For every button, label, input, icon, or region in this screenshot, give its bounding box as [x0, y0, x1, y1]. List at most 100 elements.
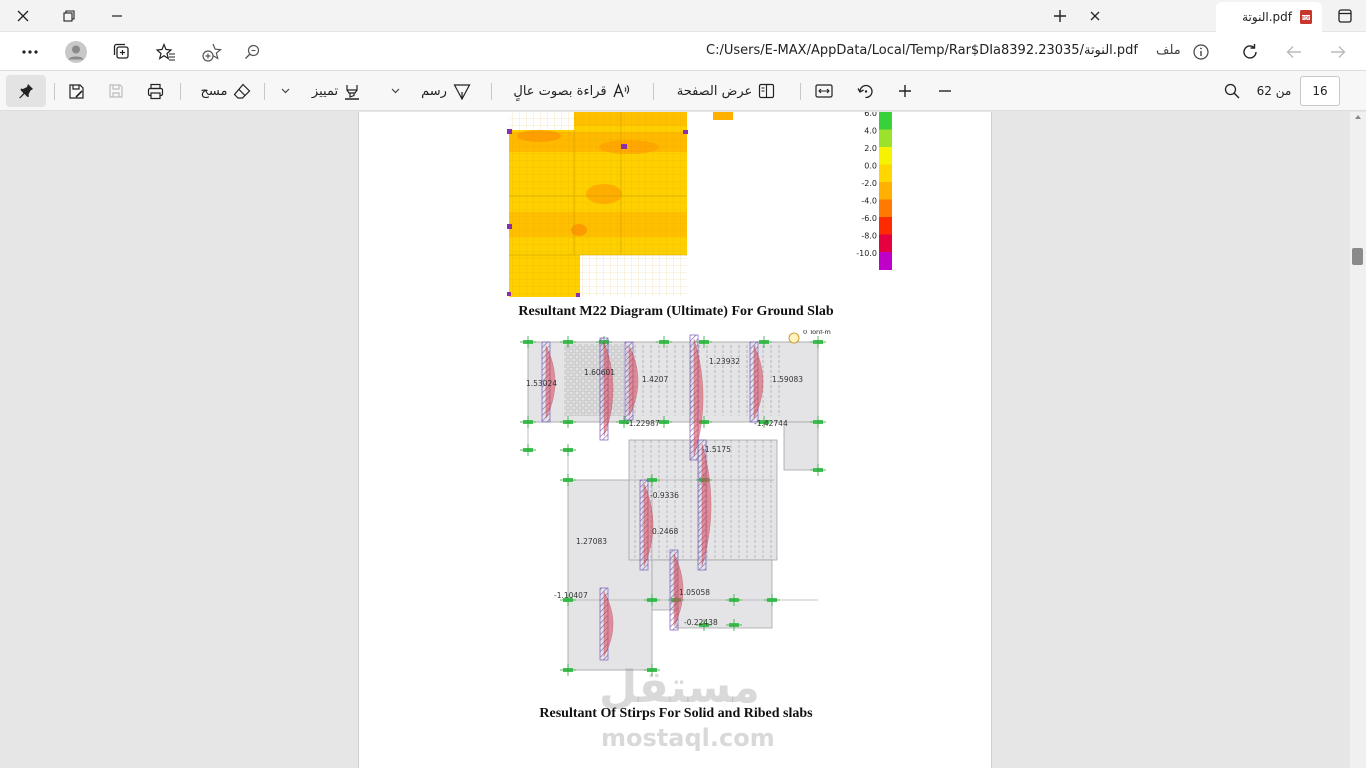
legend-value: -10.0	[856, 249, 877, 258]
draw-label: رسم	[421, 83, 447, 99]
title-bar: النوتة.pdf PDF	[0, 0, 1366, 32]
page-number-input[interactable]: 16	[1300, 76, 1340, 106]
back-button[interactable]	[1322, 36, 1354, 68]
tab-actions-icon	[1338, 9, 1352, 23]
close-tab-button[interactable]	[1072, 0, 1118, 32]
info-icon	[1193, 44, 1209, 60]
stirrups-shear-diagram: 1.53024 1.60601 1.4207 1.23932 1.59083 -1.229…	[520, 330, 831, 676]
search-zoom-icon	[245, 44, 260, 59]
zoom-search-button[interactable]	[236, 36, 268, 68]
forward-button[interactable]	[1278, 36, 1310, 68]
page-view-label: عرض الصفحة	[676, 83, 753, 99]
pin-toolbar-button[interactable]	[6, 75, 46, 107]
refresh-button[interactable]	[1234, 36, 1266, 68]
highlight-label: تمييز	[311, 83, 339, 99]
page-count-label: من 62	[1256, 84, 1292, 98]
pdf-toolbar: مسح تمييز رسم قراءة بصوت عالٍ عرض الصفحة	[0, 71, 1366, 111]
fit-width-button[interactable]	[810, 75, 838, 107]
watermark-latin: mostaql.com	[601, 724, 775, 752]
caption-m22: Resultant M22 Diagram (Ultimate) For Gro…	[518, 304, 834, 319]
find-button[interactable]	[1218, 75, 1246, 107]
minimize-icon	[112, 15, 122, 17]
shear-value-label: 1.27083	[576, 537, 607, 546]
svg-text:PDF: PDF	[1302, 15, 1311, 21]
pdf-page: 6.0 4.0 2.0 0.0 -2.0 -4.0 -6.0 -8.0 -10.0 Result…	[358, 112, 992, 768]
tab-actions-button[interactable]	[1325, 0, 1365, 32]
print-icon	[147, 83, 163, 99]
tab-pdf[interactable]: النوتة.pdf PDF	[1216, 2, 1322, 32]
arrow-right-icon	[1331, 46, 1346, 58]
legend-swatch	[879, 112, 892, 130]
read-aloud-button[interactable]: قراءة بصوت عالٍ	[506, 75, 638, 107]
save-as-button[interactable]	[62, 75, 90, 107]
zoom-out-button[interactable]	[931, 75, 959, 107]
shear-value-label: -1.5175	[702, 445, 731, 454]
favorites-icon	[156, 43, 175, 61]
close-window-button[interactable]	[0, 0, 46, 32]
slab-panel	[783, 421, 819, 471]
draw-pen-icon	[453, 83, 471, 100]
legend-value: 0.0	[864, 162, 877, 171]
legend-value: 6.0	[864, 112, 877, 118]
avatar-icon	[65, 41, 87, 63]
plus-icon	[899, 85, 911, 97]
profile-button[interactable]	[60, 36, 92, 68]
vertical-scrollbar[interactable]	[1350, 112, 1366, 768]
ribbed-slab-region	[564, 344, 624, 416]
minimize-window-button[interactable]	[94, 0, 140, 32]
arrow-left-icon	[1286, 46, 1301, 58]
refresh-icon	[1243, 44, 1257, 59]
scrollbar-thumb[interactable]	[1352, 248, 1363, 265]
read-aloud-label: قراءة بصوت عالٍ	[513, 83, 607, 99]
draw-options-dropdown[interactable]	[384, 75, 406, 107]
site-info-button[interactable]	[1185, 36, 1217, 68]
rotate-icon	[856, 84, 873, 98]
collections-button[interactable]	[106, 36, 138, 68]
legend-swatch	[879, 182, 892, 200]
save-icon	[109, 84, 123, 98]
shear-value-label: 1.60601	[584, 368, 615, 377]
address-bar: C:/Users/E-MAX/AppData/Local/Temp/Rar$DI…	[0, 32, 1366, 71]
shear-value-label: -0.9336	[650, 491, 679, 500]
highlight-options-dropdown[interactable]	[274, 75, 296, 107]
legend-swatch	[879, 147, 892, 165]
shear-value-label: 1.53024	[526, 379, 557, 388]
legend-swatch	[879, 234, 892, 253]
legend-swatch	[879, 252, 892, 270]
watermark-arabic: مستقل	[599, 662, 760, 713]
fit-width-icon	[815, 84, 833, 98]
origin-marker-icon	[788, 332, 800, 344]
legend-swatch	[879, 217, 892, 235]
legend-value: -4.0	[861, 197, 877, 206]
favorites-button[interactable]	[150, 36, 182, 68]
add-favorite-icon	[202, 43, 222, 62]
legend-swatch	[879, 129, 892, 148]
restore-window-button[interactable]	[46, 0, 92, 32]
print-button[interactable]	[141, 75, 169, 107]
highlight-button[interactable]: تمييز	[304, 75, 368, 107]
shear-value-label: -0.22438	[684, 618, 718, 627]
legend-value: 2.0	[864, 144, 877, 153]
diagram-scale-label: 0 Tonf-m	[803, 330, 831, 336]
shear-value-label: 1.23932	[709, 357, 740, 366]
save-button[interactable]	[102, 75, 130, 107]
read-aloud-icon	[612, 83, 629, 98]
legend-value: -8.0	[861, 232, 877, 241]
erase-label: مسح	[200, 83, 228, 99]
shear-value-label: 1.59083	[772, 375, 803, 384]
restore-icon	[63, 10, 75, 22]
add-favorite-button[interactable]	[196, 36, 228, 68]
eraser-icon	[234, 83, 251, 99]
save-as-icon	[68, 83, 84, 99]
zoom-in-button[interactable]	[891, 75, 919, 107]
draw-button[interactable]: رسم	[414, 75, 478, 107]
contour-color-legend: 6.0 4.0 2.0 0.0 -2.0 -4.0 -6.0 -8.0 -10.0	[856, 112, 892, 270]
page-view-button[interactable]: عرض الصفحة	[668, 75, 784, 107]
erase-button[interactable]: مسح	[194, 75, 258, 107]
more-menu-button[interactable]	[14, 36, 46, 68]
rotate-button[interactable]	[851, 75, 879, 107]
address-url[interactable]: C:/Users/E-MAX/AppData/Local/Temp/Rar$DI…	[560, 43, 1138, 58]
shear-value-label: -1.42744	[754, 419, 788, 428]
pdf-viewer[interactable]: 6.0 4.0 2.0 0.0 -2.0 -4.0 -6.0 -8.0 -10.0 Result…	[0, 112, 1350, 768]
search-icon	[1224, 83, 1240, 99]
